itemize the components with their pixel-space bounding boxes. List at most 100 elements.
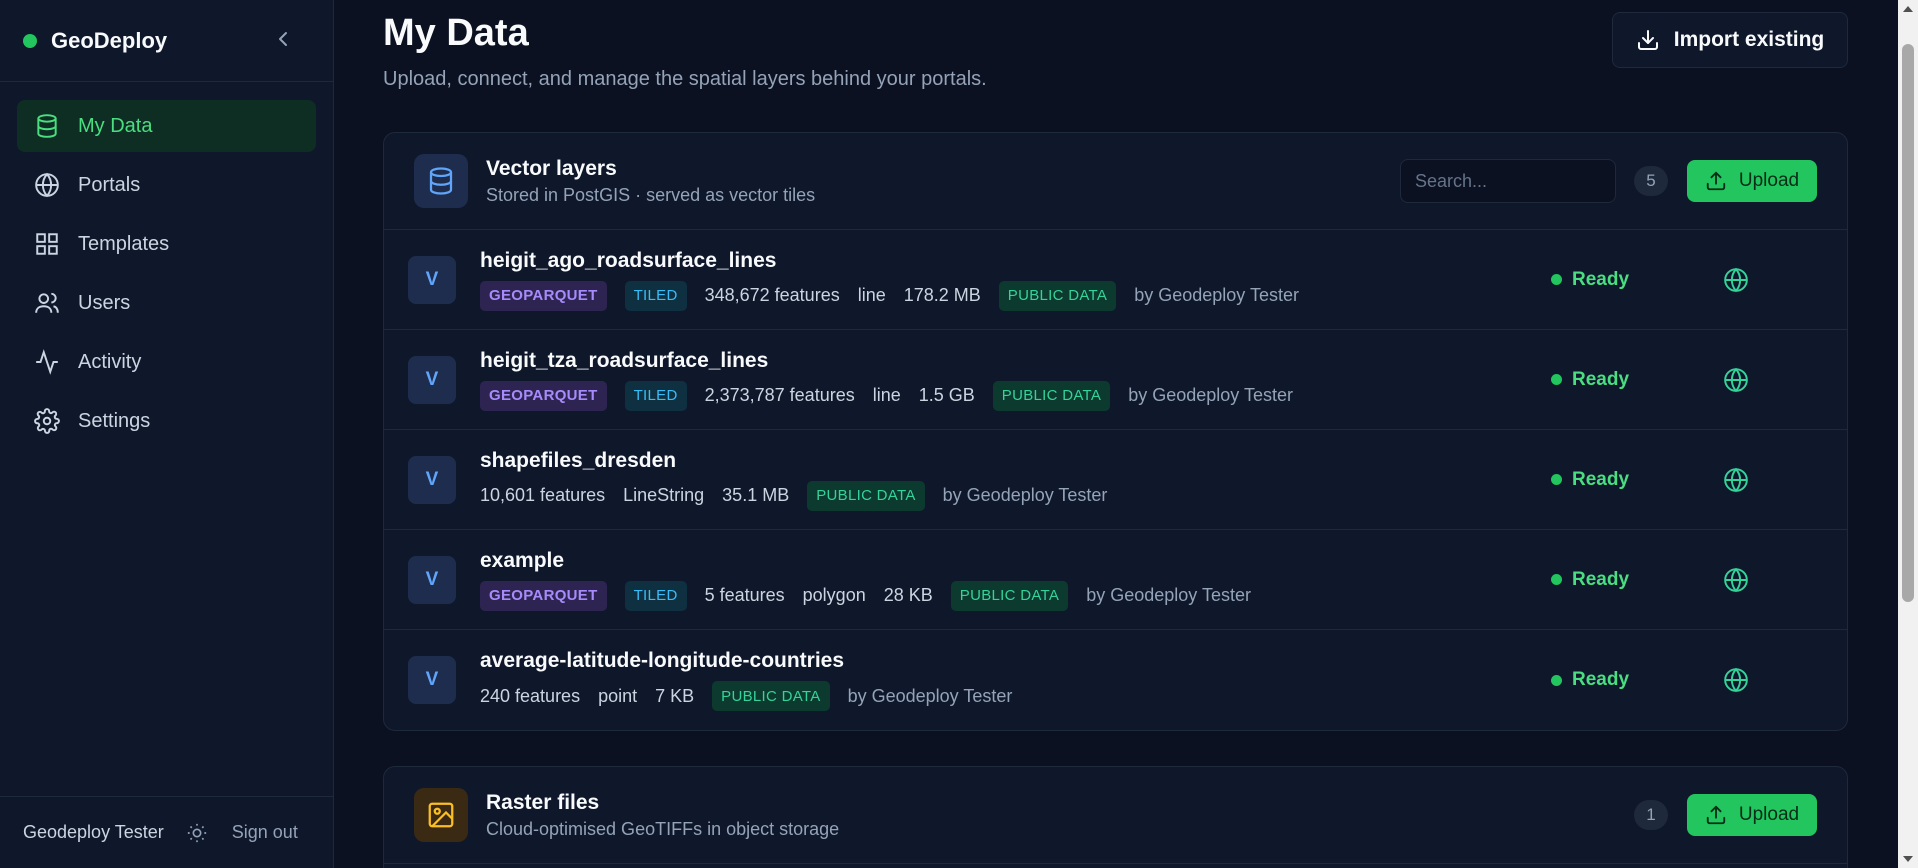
sidebar-item-activity[interactable]: Activity xyxy=(17,336,316,388)
tiled-tag: TILED xyxy=(624,380,687,411)
vector-layers-header: Vector layers Stored in PostGIS · served… xyxy=(384,133,1847,230)
upload-vector-button[interactable]: Upload xyxy=(1687,160,1817,202)
globe-icon[interactable] xyxy=(1723,667,1749,693)
layer-name[interactable]: average-latitude-longitude-countries xyxy=(480,649,1012,673)
import-existing-label: Import existing xyxy=(1673,28,1825,51)
layer-name[interactable]: example xyxy=(480,549,1251,573)
search-input[interactable] xyxy=(1400,159,1616,203)
activity-icon xyxy=(36,349,58,375)
page-scrollbar[interactable] xyxy=(1898,0,1918,868)
globe-icon[interactable] xyxy=(1723,567,1749,593)
users-icon xyxy=(35,292,59,313)
format-tag: GEOPARQUET xyxy=(480,580,607,611)
sidebar-item-portals[interactable]: Portals xyxy=(17,159,316,211)
sidebar-nav: My Data Portals Templates Users Activity… xyxy=(0,82,333,472)
status-badge: Ready xyxy=(1551,369,1629,391)
sidebar-item-label: Activity xyxy=(78,350,142,373)
vector-type-badge: V xyxy=(408,555,456,604)
file-size: 178.2 MB xyxy=(903,285,981,305)
vector-type-badge: V xyxy=(408,656,456,704)
status-label: Ready xyxy=(1572,669,1630,690)
chevron-left-icon[interactable] xyxy=(271,27,295,51)
tiled-tag: TILED xyxy=(624,280,687,311)
file-size: 35.1 MB xyxy=(722,485,790,505)
format-tag: GEOPARQUET xyxy=(480,280,607,311)
owner-label: by Geodeploy Tester xyxy=(1128,385,1293,405)
feature-count: 5 features xyxy=(704,585,785,605)
sun-icon[interactable] xyxy=(186,822,208,844)
feature-count: 2,373,787 features xyxy=(704,385,855,405)
owner-label: by Geodeploy Tester xyxy=(847,685,1013,706)
globe-icon[interactable] xyxy=(1723,467,1749,493)
access-tag: PUBLIC DATA xyxy=(950,580,1069,611)
geometry-type: point xyxy=(598,685,638,706)
feature-count: 348,672 features xyxy=(704,285,840,305)
sidebar-item-label: Templates xyxy=(78,232,170,255)
image-icon xyxy=(414,788,468,842)
status-badge: Ready xyxy=(1551,469,1629,491)
status-dot xyxy=(1551,674,1562,686)
sidebar-item-my-data[interactable]: My Data xyxy=(17,100,316,152)
table-row[interactable]: V average-latitude-longitude-countries 2… xyxy=(384,630,1847,730)
status-label: Ready xyxy=(1572,568,1630,590)
raster-files-title: Raster files xyxy=(486,790,600,814)
raster-count-badge: 1 xyxy=(1634,800,1668,830)
scroll-up-arrow-icon[interactable] xyxy=(1903,6,1913,12)
access-tag: PUBLIC DATA xyxy=(807,480,925,511)
geometry-type: polygon xyxy=(802,585,866,605)
format-tag: GEOPARQUET xyxy=(480,380,607,411)
brand: GeoDeploy xyxy=(0,0,333,82)
brand-name: GeoDeploy xyxy=(51,27,168,53)
raster-files-subtitle: Cloud-optimised GeoTIFFs in object stora… xyxy=(486,818,840,839)
file-size: 7 KB xyxy=(655,685,695,706)
geometry-type: LineString xyxy=(623,485,705,505)
grid-icon xyxy=(36,233,58,255)
globe-icon[interactable] xyxy=(1723,267,1749,293)
page-title: My Data xyxy=(383,12,529,54)
table-row[interactable]: V shapefiles_dresden 10,601 features Lin… xyxy=(384,430,1847,530)
sidebar-footer: Geodeploy Tester Sign out xyxy=(0,796,333,868)
status-label: Ready xyxy=(1572,268,1630,290)
scroll-down-arrow-icon[interactable] xyxy=(1903,856,1913,862)
gear-icon xyxy=(34,408,60,434)
geometry-type: line xyxy=(857,285,886,305)
geometry-type: line xyxy=(872,385,901,405)
page-subtitle: Upload, connect, and manage the spatial … xyxy=(383,68,987,90)
status-dot xyxy=(1551,374,1562,385)
layer-name[interactable]: heigit_tza_roadsurface_lines xyxy=(480,349,1293,373)
file-size: 1.5 GB xyxy=(918,385,975,405)
globe-icon[interactable] xyxy=(1723,367,1749,393)
sidebar-item-settings[interactable]: Settings xyxy=(17,395,316,447)
table-row[interactable]: V example GEOPARQUET TILED 5 features po… xyxy=(384,530,1847,630)
layer-name[interactable]: heigit_ago_roadsurface_lines xyxy=(480,249,1299,273)
owner-label: by Geodeploy Tester xyxy=(1134,285,1299,305)
vector-layers-card: Vector layers Stored in PostGIS · served… xyxy=(383,132,1848,731)
layer-name[interactable]: shapefiles_dresden xyxy=(480,449,1107,473)
status-dot xyxy=(1551,274,1562,285)
tiled-tag: TILED xyxy=(624,580,687,611)
upload-raster-button[interactable]: Upload xyxy=(1687,794,1817,836)
vector-type-badge: V xyxy=(408,255,456,304)
sign-out-link[interactable]: Sign out xyxy=(232,822,298,843)
feature-count: 240 features xyxy=(480,685,581,706)
upload-label: Upload xyxy=(1738,170,1800,191)
layer-count-badge: 5 xyxy=(1634,166,1668,196)
sidebar: GeoDeploy My Data Portals Templates User… xyxy=(0,0,334,868)
table-row[interactable]: V heigit_tza_roadsurface_lines GEOPARQUE… xyxy=(384,330,1847,430)
import-existing-button[interactable]: Import existing xyxy=(1612,12,1848,68)
status-label: Ready xyxy=(1572,368,1630,390)
sidebar-item-templates[interactable]: Templates xyxy=(17,218,316,270)
status-dot xyxy=(1551,574,1562,585)
access-tag: PUBLIC DATA xyxy=(712,681,830,711)
vector-layers-title: Vector layers xyxy=(486,156,617,180)
status-badge: Ready xyxy=(1551,569,1629,591)
file-size: 28 KB xyxy=(883,585,933,605)
upload-label: Upload xyxy=(1738,804,1800,825)
scrollbar-thumb[interactable] xyxy=(1902,44,1914,602)
table-row[interactable]: V heigit_ago_roadsurface_lines GEOPARQUE… xyxy=(384,230,1847,330)
status-badge: Ready xyxy=(1551,269,1629,291)
vector-type-badge: V xyxy=(408,455,456,504)
sidebar-item-label: Users xyxy=(78,291,131,314)
sidebar-item-users[interactable]: Users xyxy=(17,277,316,329)
feature-count: 10,601 features xyxy=(480,485,606,505)
